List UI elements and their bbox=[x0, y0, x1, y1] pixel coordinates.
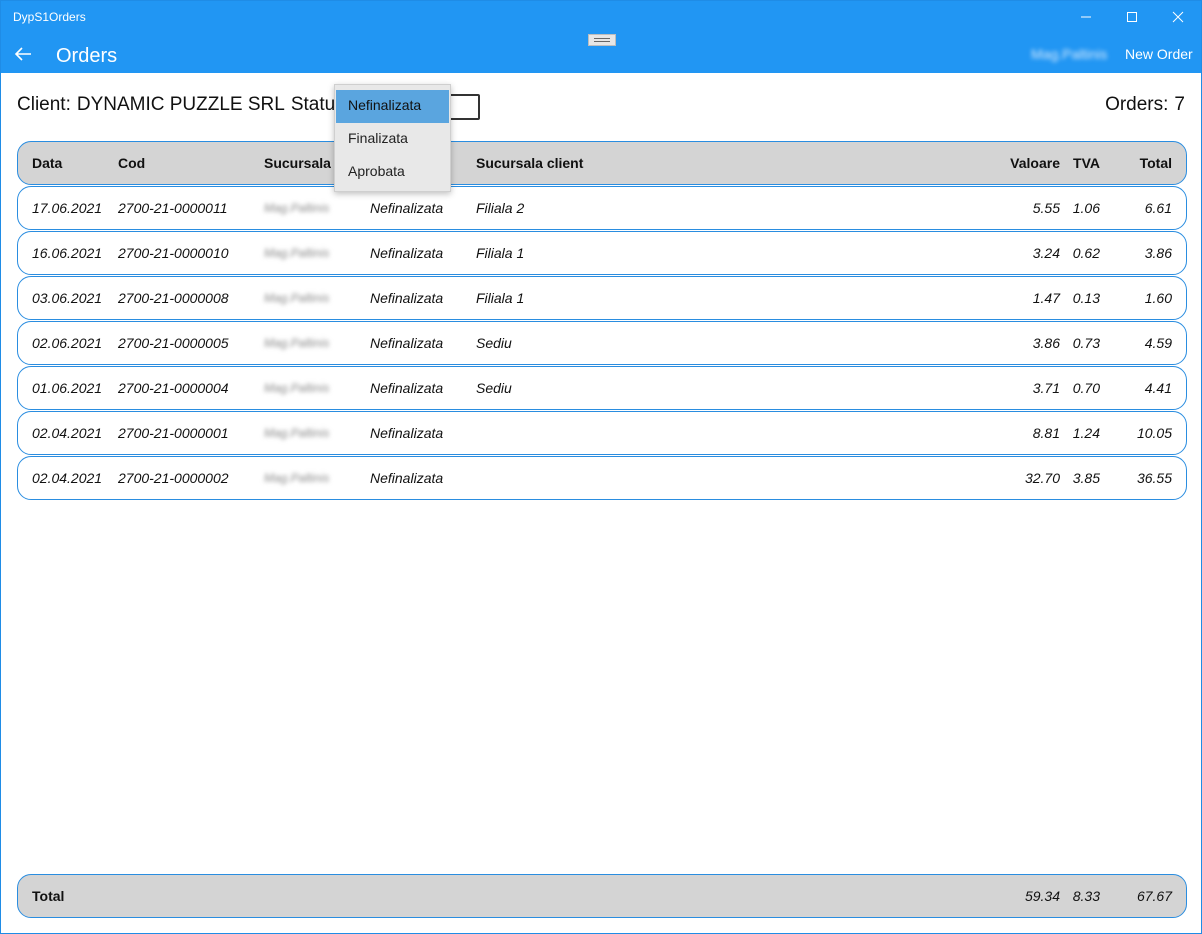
cell-sucursala: Mag.Paltinis bbox=[264, 381, 330, 395]
cell-sucursala-client: Sediu bbox=[476, 380, 512, 396]
app-title: DypS1Orders bbox=[13, 10, 86, 24]
col-cod-header[interactable]: Cod bbox=[118, 142, 145, 184]
table-row[interactable]: 02.06.2021 2700-21-0000005 Mag.Paltinis … bbox=[17, 321, 1187, 365]
cell-tva: 1.24 bbox=[1072, 425, 1100, 441]
status-option-finalizata[interactable]: Finalizata bbox=[336, 123, 449, 156]
cell-sucursala: Mag.Paltinis bbox=[264, 291, 330, 305]
cell-sucursala: Mag.Paltinis bbox=[264, 426, 330, 440]
cell-data: 03.06.2021 bbox=[32, 290, 103, 306]
cell-tva: 0.73 bbox=[1072, 335, 1100, 351]
drag-handle-icon[interactable] bbox=[588, 34, 616, 46]
table-row[interactable]: 16.06.2021 2700-21-0000010 Mag.Paltinis … bbox=[17, 231, 1187, 275]
orders-count-value: 7 bbox=[1174, 94, 1185, 115]
cell-data: 01.06.2021 bbox=[32, 380, 103, 396]
cell-total: 1.60 bbox=[1144, 290, 1172, 306]
table-row[interactable]: 02.04.2021 2700-21-0000002 Mag.Paltinis … bbox=[17, 456, 1187, 500]
cell-data: 17.06.2021 bbox=[32, 200, 103, 216]
cell-valoare: 3.71 bbox=[1032, 380, 1060, 396]
status-option-nefinalizata[interactable]: Nefinalizata bbox=[336, 90, 449, 123]
col-sucursala-client-header[interactable]: Sucursala client bbox=[476, 142, 583, 184]
window-controls bbox=[1063, 1, 1201, 33]
table-footer-total: Total 59.34 8.33 67.67 bbox=[17, 874, 1187, 918]
cell-cod: 2700-21-0000002 bbox=[118, 470, 229, 486]
cell-valoare: 3.24 bbox=[1032, 245, 1060, 261]
cell-status: Nefinalizata bbox=[370, 335, 444, 351]
cell-status: Nefinalizata bbox=[370, 290, 444, 306]
cell-cod: 2700-21-0000004 bbox=[118, 380, 229, 396]
cell-status: Nefinalizata bbox=[370, 470, 444, 486]
cell-tva: 3.85 bbox=[1072, 470, 1100, 486]
app-header: DypS1Orders Orders Mag.Paltinis New Orde… bbox=[1, 1, 1201, 73]
cell-tva: 1.06 bbox=[1072, 200, 1100, 216]
table-row[interactable]: 02.04.2021 2700-21-0000001 Mag.Paltinis … bbox=[17, 411, 1187, 455]
cell-valoare: 8.81 bbox=[1032, 425, 1060, 441]
col-sucursala-header[interactable]: Sucursala bbox=[264, 142, 331, 184]
footer-total-label: Total bbox=[32, 888, 65, 904]
cell-cod: 2700-21-0000008 bbox=[118, 290, 229, 306]
cell-total: 36.55 bbox=[1136, 470, 1172, 486]
cell-sucursala-client: Filiala 1 bbox=[476, 290, 525, 306]
cell-sucursala: Mag.Paltinis bbox=[264, 201, 330, 215]
cell-valoare: 32.70 bbox=[1024, 470, 1060, 486]
back-arrow-icon bbox=[14, 47, 31, 61]
table-header: Data Cod Sucursala Sucursala client Valo… bbox=[17, 141, 1187, 185]
table-row[interactable]: 01.06.2021 2700-21-0000004 Mag.Paltinis … bbox=[17, 366, 1187, 410]
status-option-aprobata[interactable]: Aprobata bbox=[336, 156, 449, 189]
cell-sucursala: Mag.Paltinis bbox=[264, 336, 330, 350]
cell-total: 4.41 bbox=[1144, 380, 1172, 396]
cell-cod: 2700-21-0000010 bbox=[118, 245, 229, 261]
cell-sucursala-client: Sediu bbox=[476, 335, 512, 351]
back-button[interactable] bbox=[11, 42, 35, 66]
cell-tva: 0.13 bbox=[1072, 290, 1100, 306]
cell-data: 02.06.2021 bbox=[32, 335, 103, 351]
cell-total: 3.86 bbox=[1144, 245, 1172, 261]
orders-label: Orders: bbox=[1105, 94, 1169, 115]
cell-status: Nefinalizata bbox=[370, 245, 444, 261]
footer-total: 67.67 bbox=[1136, 888, 1172, 904]
page-title: Orders bbox=[56, 45, 118, 67]
cell-sucursala: Mag.Paltinis bbox=[264, 246, 330, 260]
cell-cod: 2700-21-0000005 bbox=[118, 335, 229, 351]
cell-data: 02.04.2021 bbox=[32, 425, 103, 441]
orders-count: Orders: 7 bbox=[1105, 94, 1185, 116]
cell-data: 02.04.2021 bbox=[32, 470, 103, 486]
cell-valoare: 5.55 bbox=[1032, 200, 1060, 216]
cell-tva: 0.62 bbox=[1072, 245, 1100, 261]
status-dropdown-list: Nefinalizata Finalizata Aprobata bbox=[334, 84, 451, 192]
cell-total: 4.59 bbox=[1144, 335, 1172, 351]
cell-status: Nefinalizata bbox=[370, 380, 444, 396]
table-row[interactable]: 03.06.2021 2700-21-0000008 Mag.Paltinis … bbox=[17, 276, 1187, 320]
app-window: DypS1Orders Orders Mag.Paltinis New Orde… bbox=[0, 0, 1202, 934]
maximize-icon bbox=[1127, 12, 1137, 22]
cell-sucursala-client: Filiala 2 bbox=[476, 200, 525, 216]
cell-valoare: 3.86 bbox=[1032, 335, 1060, 351]
cell-sucursala: Mag.Paltinis bbox=[264, 471, 330, 485]
col-valoare-header[interactable]: Valoare bbox=[1010, 142, 1060, 184]
cell-valoare: 1.47 bbox=[1032, 290, 1060, 306]
footer-valoare: 59.34 bbox=[1024, 888, 1060, 904]
cell-data: 16.06.2021 bbox=[32, 245, 103, 261]
col-total-header[interactable]: Total bbox=[1140, 142, 1172, 184]
col-data-header[interactable]: Data bbox=[32, 142, 62, 184]
client-label: Client: bbox=[17, 94, 71, 115]
cell-total: 6.61 bbox=[1144, 200, 1172, 216]
col-tva-header[interactable]: TVA bbox=[1073, 142, 1100, 184]
close-button[interactable] bbox=[1155, 1, 1201, 33]
cell-cod: 2700-21-0000001 bbox=[118, 425, 229, 441]
table-row[interactable]: 17.06.2021 2700-21-0000011 Mag.Paltinis … bbox=[17, 186, 1187, 230]
maximize-button[interactable] bbox=[1109, 1, 1155, 33]
cell-cod: 2700-21-0000011 bbox=[118, 200, 228, 216]
minimize-icon bbox=[1081, 16, 1091, 18]
footer-tva: 8.33 bbox=[1072, 888, 1100, 904]
cell-status: Nefinalizata bbox=[370, 425, 444, 441]
minimize-button[interactable] bbox=[1063, 1, 1109, 33]
cell-total: 10.05 bbox=[1136, 425, 1172, 441]
cell-status: Nefinalizata bbox=[370, 200, 444, 216]
new-order-button[interactable]: New Order bbox=[1125, 46, 1193, 62]
close-icon bbox=[1172, 11, 1184, 23]
cell-tva: 0.70 bbox=[1072, 380, 1100, 396]
cell-sucursala-client: Filiala 1 bbox=[476, 245, 525, 261]
client-name: DYNAMIC PUZZLE SRL bbox=[76, 94, 285, 115]
user-name: Mag.Paltinis bbox=[1031, 46, 1108, 62]
